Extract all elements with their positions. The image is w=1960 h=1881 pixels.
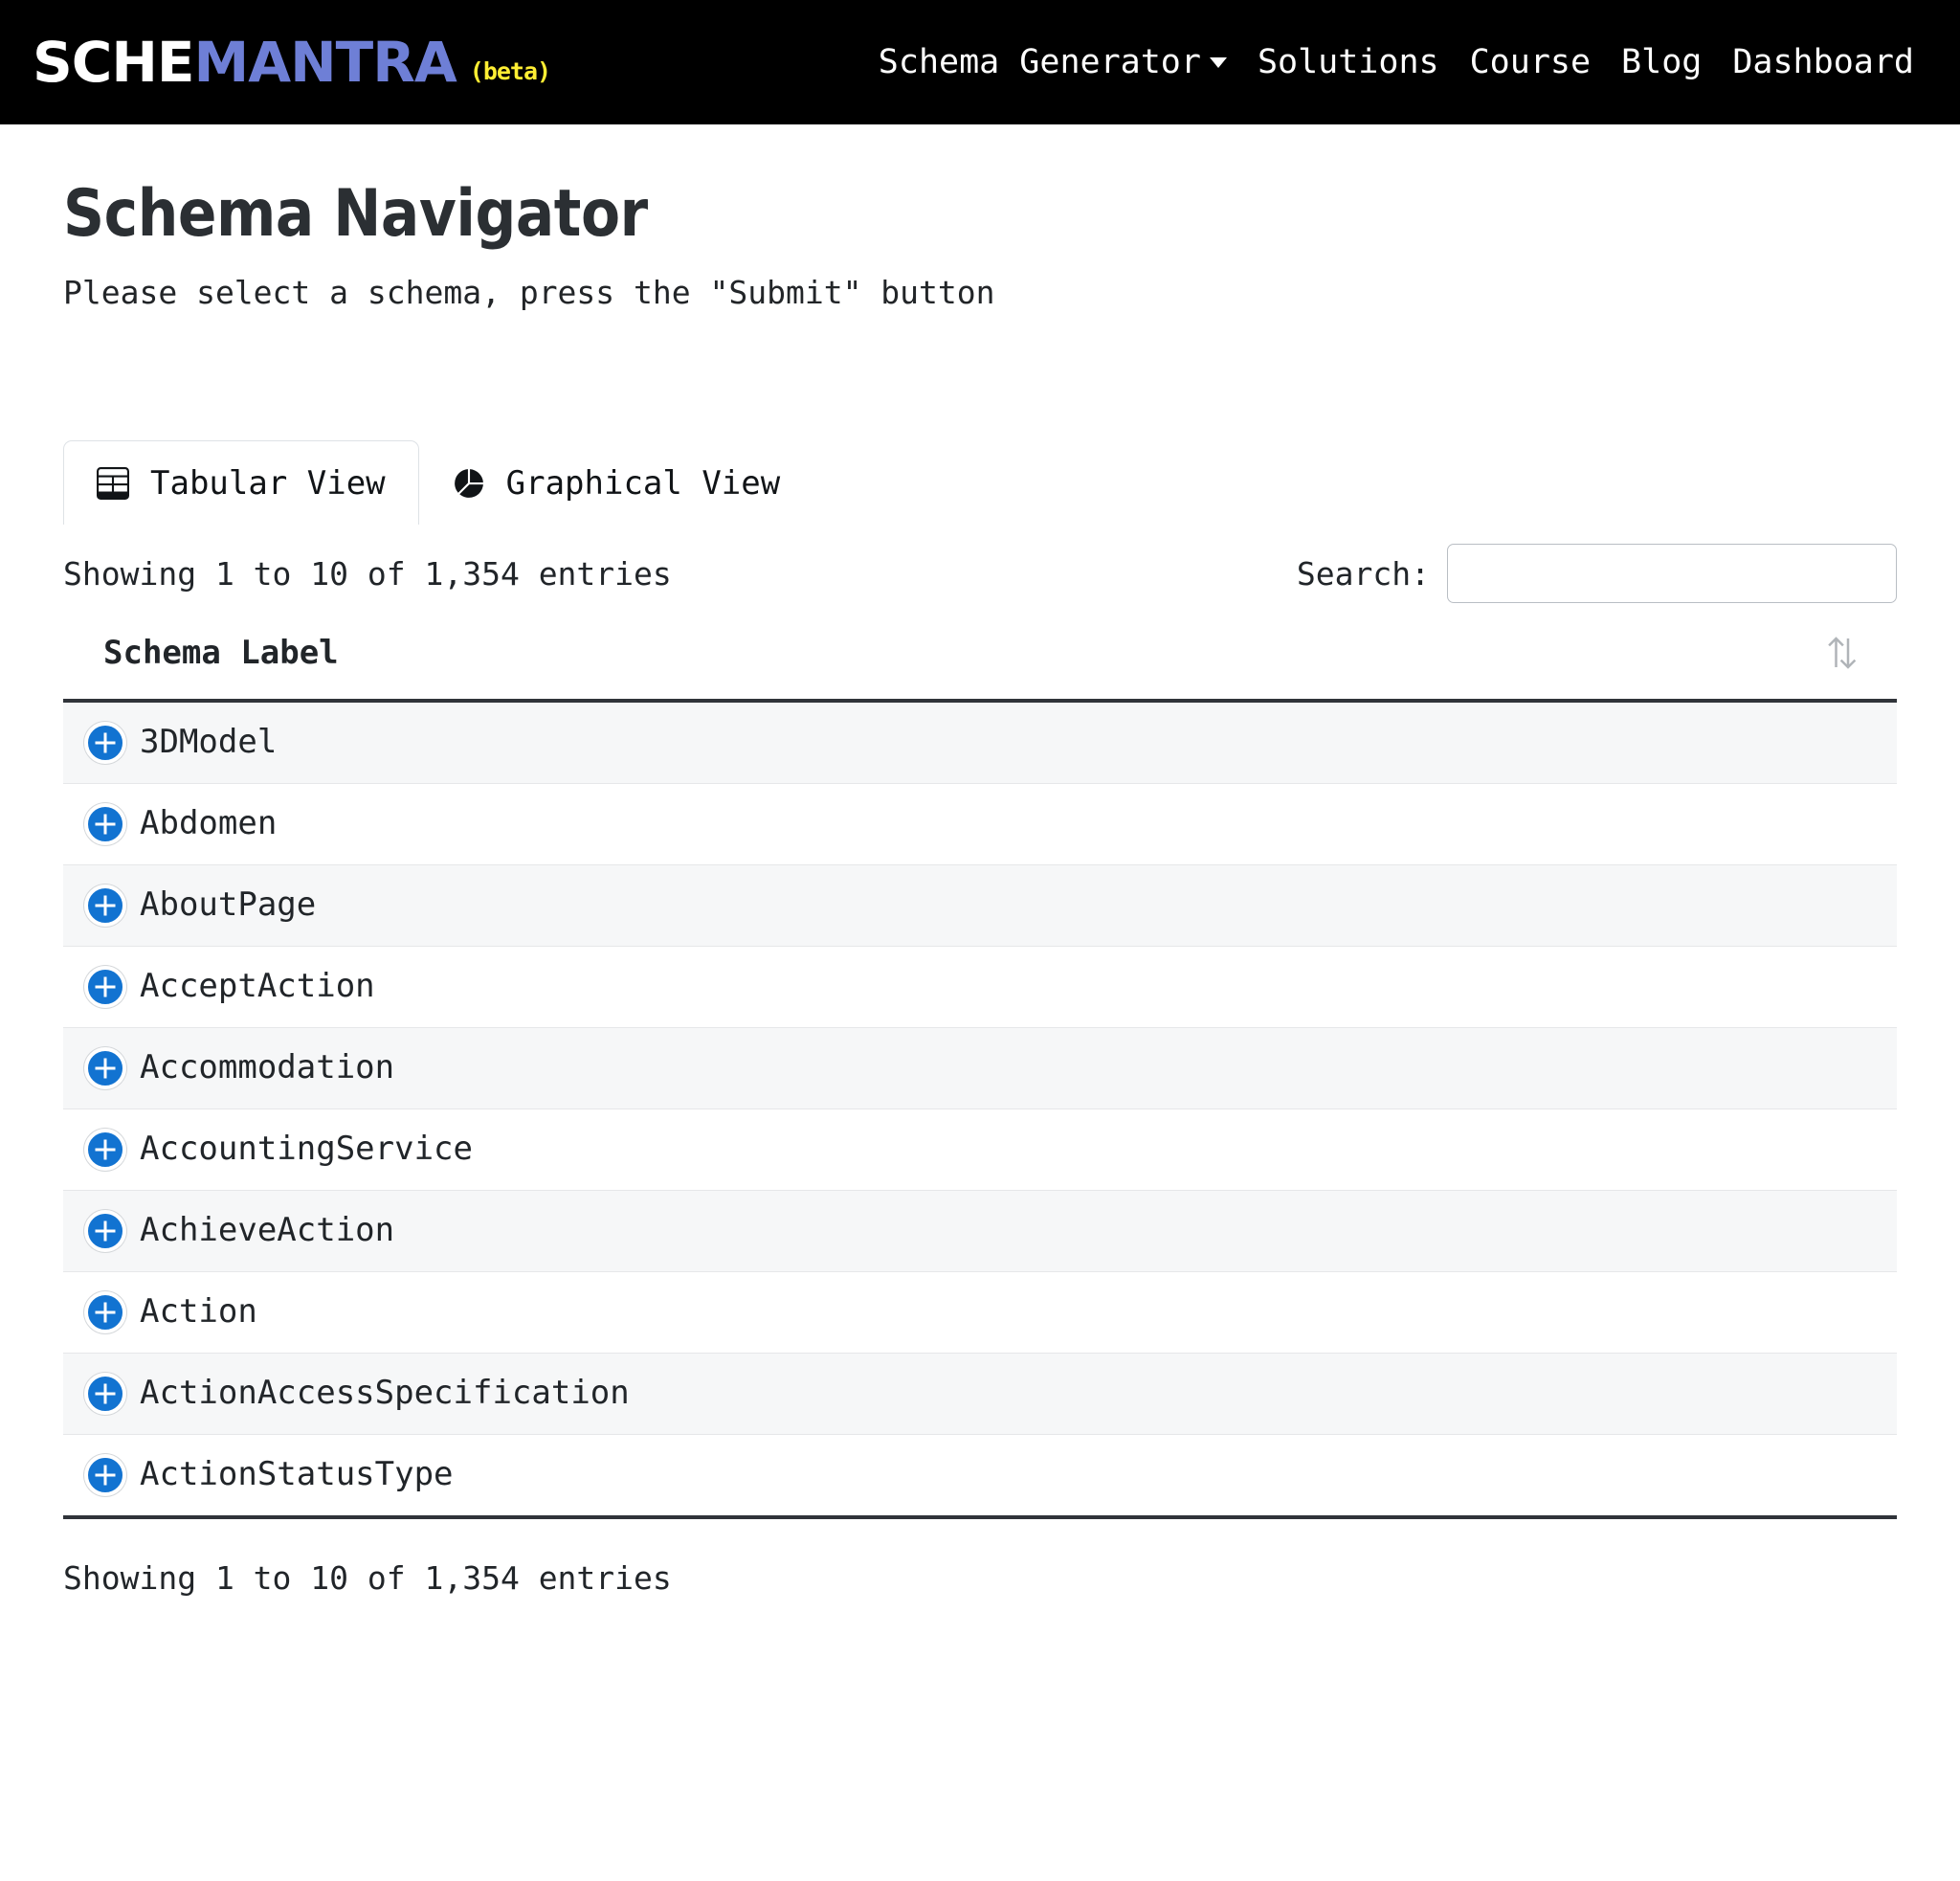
search-label: Search:	[1297, 555, 1430, 593]
primary-nav: Schema Generator Solutions Course Blog D…	[863, 36, 1929, 89]
expand-row-button[interactable]	[84, 1373, 126, 1415]
schema-label: ActionAccessSpecification	[140, 1376, 630, 1411]
nav-item-schema-generator[interactable]: Schema Generator	[863, 36, 1242, 89]
schema-table: Schema Label 3DModel	[63, 626, 1897, 1519]
page-subtitle: Please select a schema, press the "Submi…	[63, 273, 1897, 314]
brand-text-mantra: MANTRA	[194, 34, 457, 90]
entries-info-bottom: Showing 1 to 10 of 1,354 entries	[63, 1559, 1897, 1597]
table-row[interactable]: ActionStatusType	[63, 1435, 1897, 1518]
nav-label: Schema Generator	[879, 46, 1201, 79]
nav-item-course[interactable]: Course	[1455, 36, 1606, 89]
table-icon	[97, 467, 129, 500]
expand-row-button[interactable]	[84, 1210, 126, 1252]
nav-label: Blog	[1621, 46, 1702, 79]
schema-label: AccountingService	[140, 1131, 473, 1167]
nav-label: Solutions	[1258, 46, 1439, 79]
schema-label: AboutPage	[140, 887, 316, 923]
chevron-down-icon	[1210, 57, 1227, 68]
table-row[interactable]: AchieveAction	[63, 1191, 1897, 1272]
brand-text-sche: SCHE	[33, 34, 194, 90]
nav-item-dashboard[interactable]: Dashboard	[1717, 36, 1929, 89]
nav-item-blog[interactable]: Blog	[1606, 36, 1717, 89]
table-header-row: Schema Label	[63, 626, 1897, 701]
schema-label: Accommodation	[140, 1050, 394, 1086]
table-row[interactable]: AboutPage	[63, 865, 1897, 947]
nav-label: Dashboard	[1732, 46, 1914, 79]
column-header-text: Schema Label	[103, 634, 339, 672]
schema-label: ActionStatusType	[140, 1457, 454, 1492]
tab-label: Graphical View	[506, 464, 781, 503]
schema-label: 3DModel	[140, 725, 277, 760]
tab-label: Tabular View	[150, 464, 386, 503]
sort-arrows-icon[interactable]	[1824, 634, 1862, 672]
search-area: Search:	[1297, 544, 1897, 603]
table-controls: Showing 1 to 10 of 1,354 entries Search:	[63, 538, 1897, 609]
expand-row-button[interactable]	[84, 885, 126, 927]
expand-row-button[interactable]	[84, 1454, 126, 1496]
table-row[interactable]: 3DModel	[63, 701, 1897, 784]
expand-row-button[interactable]	[84, 803, 126, 845]
table-row[interactable]: AcceptAction	[63, 947, 1897, 1028]
schema-label: Action	[140, 1294, 257, 1330]
table-body: 3DModel Abdomen AboutPage AcceptAction A…	[63, 701, 1897, 1517]
expand-row-button[interactable]	[84, 966, 126, 1008]
table-row[interactable]: Abdomen	[63, 784, 1897, 865]
brand-beta-tag: (beta)	[470, 59, 550, 83]
entries-info-top: Showing 1 to 10 of 1,354 entries	[63, 555, 672, 593]
table-row[interactable]: AccountingService	[63, 1109, 1897, 1191]
view-tabs: Tabular View Graphical View	[63, 440, 1897, 525]
nav-label: Course	[1470, 46, 1591, 79]
table-row[interactable]: ActionAccessSpecification	[63, 1354, 1897, 1435]
table-header: Schema Label	[63, 626, 1897, 701]
pie-chart-icon	[453, 467, 485, 500]
nav-item-solutions[interactable]: Solutions	[1242, 36, 1455, 89]
schema-label: AcceptAction	[140, 969, 375, 1004]
page-title: Schema Navigator	[63, 177, 1677, 252]
tab-graphical-view[interactable]: Graphical View	[419, 440, 814, 525]
brand-logo[interactable]: SCHEMANTRA (beta)	[33, 34, 550, 90]
table-row[interactable]: Action	[63, 1272, 1897, 1354]
expand-row-button[interactable]	[84, 1047, 126, 1089]
column-header-schema-label[interactable]: Schema Label	[63, 626, 1897, 701]
expand-row-button[interactable]	[84, 722, 126, 764]
tab-tabular-view[interactable]: Tabular View	[63, 440, 419, 525]
expand-row-button[interactable]	[84, 1291, 126, 1333]
search-input[interactable]	[1447, 544, 1897, 603]
schema-label: Abdomen	[140, 806, 277, 841]
top-navbar: SCHEMANTRA (beta) Schema Generator Solut…	[0, 0, 1960, 124]
table-row[interactable]: Accommodation	[63, 1028, 1897, 1109]
page-content: Schema Navigator Please select a schema,…	[0, 177, 1960, 1597]
expand-row-button[interactable]	[84, 1129, 126, 1171]
schema-label: AchieveAction	[140, 1213, 394, 1248]
